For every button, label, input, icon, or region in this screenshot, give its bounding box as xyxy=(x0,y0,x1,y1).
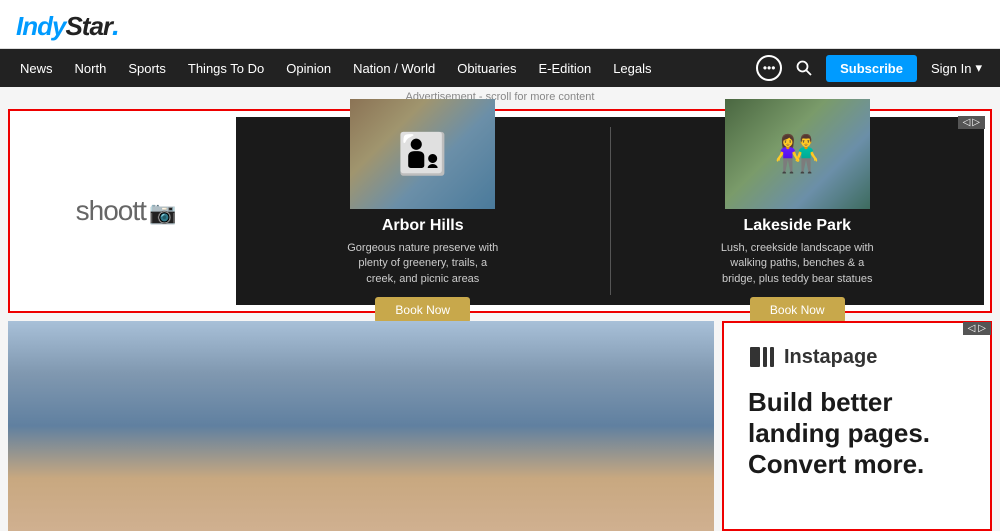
logo-star: Star xyxy=(65,11,112,42)
instapage-name: Instapage xyxy=(784,346,877,369)
nav-item-obituaries[interactable]: Obituaries xyxy=(447,49,526,87)
arbor-hills-image xyxy=(350,99,495,209)
side-ad-badge: ◁ ▷ xyxy=(963,322,991,335)
ad-banner-inner: shoott📷 Arbor Hills Gorgeous nature pres… xyxy=(16,117,984,305)
arbor-hills-title: Arbor Hills xyxy=(382,217,464,235)
nav-item-things-to-do[interactable]: Things To Do xyxy=(178,49,274,87)
signin-button[interactable]: Sign In ▾ xyxy=(923,60,990,76)
logo-dot: . xyxy=(112,10,120,42)
logo-indy: Indy xyxy=(16,11,65,42)
ad-shoott-section: shoott📷 xyxy=(16,117,236,305)
lakeside-park-book-button[interactable]: Book Now xyxy=(750,297,845,323)
main-content: ◁ ▷ Instapage Build better landing pages… xyxy=(0,321,1000,531)
main-nav: News North Sports Things To Do Opinion N… xyxy=(0,49,1000,87)
lakeside-park-image xyxy=(725,99,870,209)
arbor-hills-desc: Gorgeous nature preserve with plenty of … xyxy=(343,241,503,287)
logo[interactable]: IndyStar. xyxy=(16,10,984,42)
arbor-hills-book-button[interactable]: Book Now xyxy=(375,297,470,323)
instapage-icon xyxy=(748,343,776,371)
subscribe-button[interactable]: Subscribe xyxy=(826,55,917,82)
ad-control-badge: ◁ ▷ xyxy=(958,116,985,129)
side-ad-prev-icon[interactable]: ◁ xyxy=(968,323,976,334)
person-photo xyxy=(8,321,714,531)
nav-item-news[interactable]: News xyxy=(10,49,63,87)
ad-prev-icon[interactable]: ◁ xyxy=(963,117,971,128)
side-ad-instapage: ◁ ▷ Instapage Build better landing pages… xyxy=(722,321,992,531)
nav-item-opinion[interactable]: Opinion xyxy=(276,49,341,87)
main-ad-banner: shoott📷 Arbor Hills Gorgeous nature pres… xyxy=(8,109,992,313)
chevron-down-icon: ▾ xyxy=(975,60,982,76)
lakeside-park-title: Lakeside Park xyxy=(743,217,851,235)
ad-arbor-hills-section: Arbor Hills Gorgeous nature preserve wit… xyxy=(236,117,610,305)
nav-item-legals[interactable]: Legals xyxy=(603,49,661,87)
instapage-logo-row: Instapage xyxy=(748,343,966,371)
search-icon[interactable] xyxy=(788,49,820,87)
ad-lakeside-park-section: Lakeside Park Lush, creekside landscape … xyxy=(611,117,985,305)
nav-item-sports[interactable]: Sports xyxy=(118,49,176,87)
more-icon[interactable]: ••• xyxy=(756,55,782,81)
ad-next-icon[interactable]: ▷ xyxy=(972,117,980,128)
nav-item-north[interactable]: North xyxy=(65,49,117,87)
lakeside-park-desc: Lush, creekside landscape with walking p… xyxy=(717,241,877,287)
instapage-tagline: Build better landing pages. Convert more… xyxy=(748,387,966,481)
shoott-logo[interactable]: shoott📷 xyxy=(76,195,177,227)
header: IndyStar. xyxy=(0,0,1000,49)
hero-image xyxy=(8,321,714,531)
nav-item-nation-world[interactable]: Nation / World xyxy=(343,49,445,87)
nav-item-e-edition[interactable]: E-Edition xyxy=(528,49,601,87)
side-ad-next-icon[interactable]: ▷ xyxy=(978,323,986,334)
